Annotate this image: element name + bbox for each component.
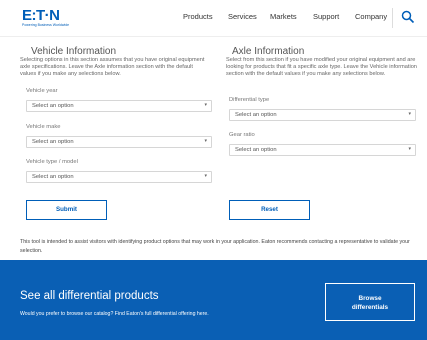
differential-type-label: Differential type bbox=[229, 97, 270, 103]
chevron-down-icon: ▾ bbox=[408, 146, 411, 152]
gear-ratio-select[interactable]: Select an option ▾ bbox=[229, 144, 416, 156]
logo-wordmark: E:T·N bbox=[22, 7, 60, 24]
vehicle-info-title: Vehicle Information bbox=[31, 46, 117, 57]
vehicle-year-label: Vehicle year bbox=[26, 88, 58, 94]
eaton-logo[interactable]: E:T·N Powering Business Worldwide bbox=[22, 8, 82, 30]
differential-type-select[interactable]: Select an option ▾ bbox=[229, 109, 416, 121]
vehicle-year-value: Select an option bbox=[32, 103, 74, 109]
nav-services[interactable]: Services bbox=[228, 12, 257, 21]
nav-products[interactable]: Products bbox=[183, 12, 213, 21]
site-header: E:T·N Powering Business Worldwide Produc… bbox=[0, 0, 427, 36]
differential-products-banner: See all differential products Would you … bbox=[0, 260, 427, 340]
browse-button-line1: Browse bbox=[358, 295, 382, 302]
browse-button-line2: differentials bbox=[351, 304, 389, 311]
nav-support[interactable]: Support bbox=[313, 12, 339, 21]
reset-button[interactable]: Reset bbox=[229, 200, 310, 220]
chevron-down-icon: ▾ bbox=[408, 111, 411, 117]
nav-markets[interactable]: Markets bbox=[270, 12, 297, 21]
axle-info-description: Select from this section if you have mod… bbox=[226, 57, 417, 77]
vehicle-model-label: Vehicle type / model bbox=[26, 159, 78, 165]
browse-differentials-button[interactable]: Browse differentials bbox=[325, 283, 415, 321]
banner-subtitle: Would you prefer to browse our catalog? … bbox=[20, 311, 209, 317]
nav-company[interactable]: Company bbox=[355, 12, 387, 21]
vehicle-model-value: Select an option bbox=[32, 174, 74, 180]
vehicle-info-description: Selecting options in this section assume… bbox=[20, 57, 205, 77]
vehicle-make-select[interactable]: Select an option ▾ bbox=[26, 136, 212, 148]
chevron-down-icon: ▾ bbox=[204, 173, 207, 179]
gear-ratio-label: Gear ratio bbox=[229, 132, 255, 138]
vehicle-year-select[interactable]: Select an option ▾ bbox=[26, 100, 212, 112]
chevron-down-icon: ▾ bbox=[204, 102, 207, 108]
vehicle-make-value: Select an option bbox=[32, 139, 74, 145]
logo-tagline: Powering Business Worldwide bbox=[22, 23, 70, 27]
header-divider bbox=[0, 36, 427, 37]
vehicle-make-label: Vehicle make bbox=[26, 124, 61, 130]
search-icon[interactable] bbox=[401, 10, 415, 24]
submit-button[interactable]: Submit bbox=[26, 200, 107, 220]
disclaimer-text: This tool is intended to assist visitors… bbox=[20, 239, 410, 254]
axle-info-title: Axle Information bbox=[232, 46, 305, 57]
gear-ratio-value: Select an option bbox=[235, 147, 277, 153]
banner-title: See all differential products bbox=[20, 290, 159, 302]
vehicle-model-select[interactable]: Select an option ▾ bbox=[26, 171, 212, 183]
differential-type-value: Select an option bbox=[235, 112, 277, 118]
chevron-down-icon: ▾ bbox=[204, 138, 207, 144]
nav-divider bbox=[392, 8, 393, 28]
